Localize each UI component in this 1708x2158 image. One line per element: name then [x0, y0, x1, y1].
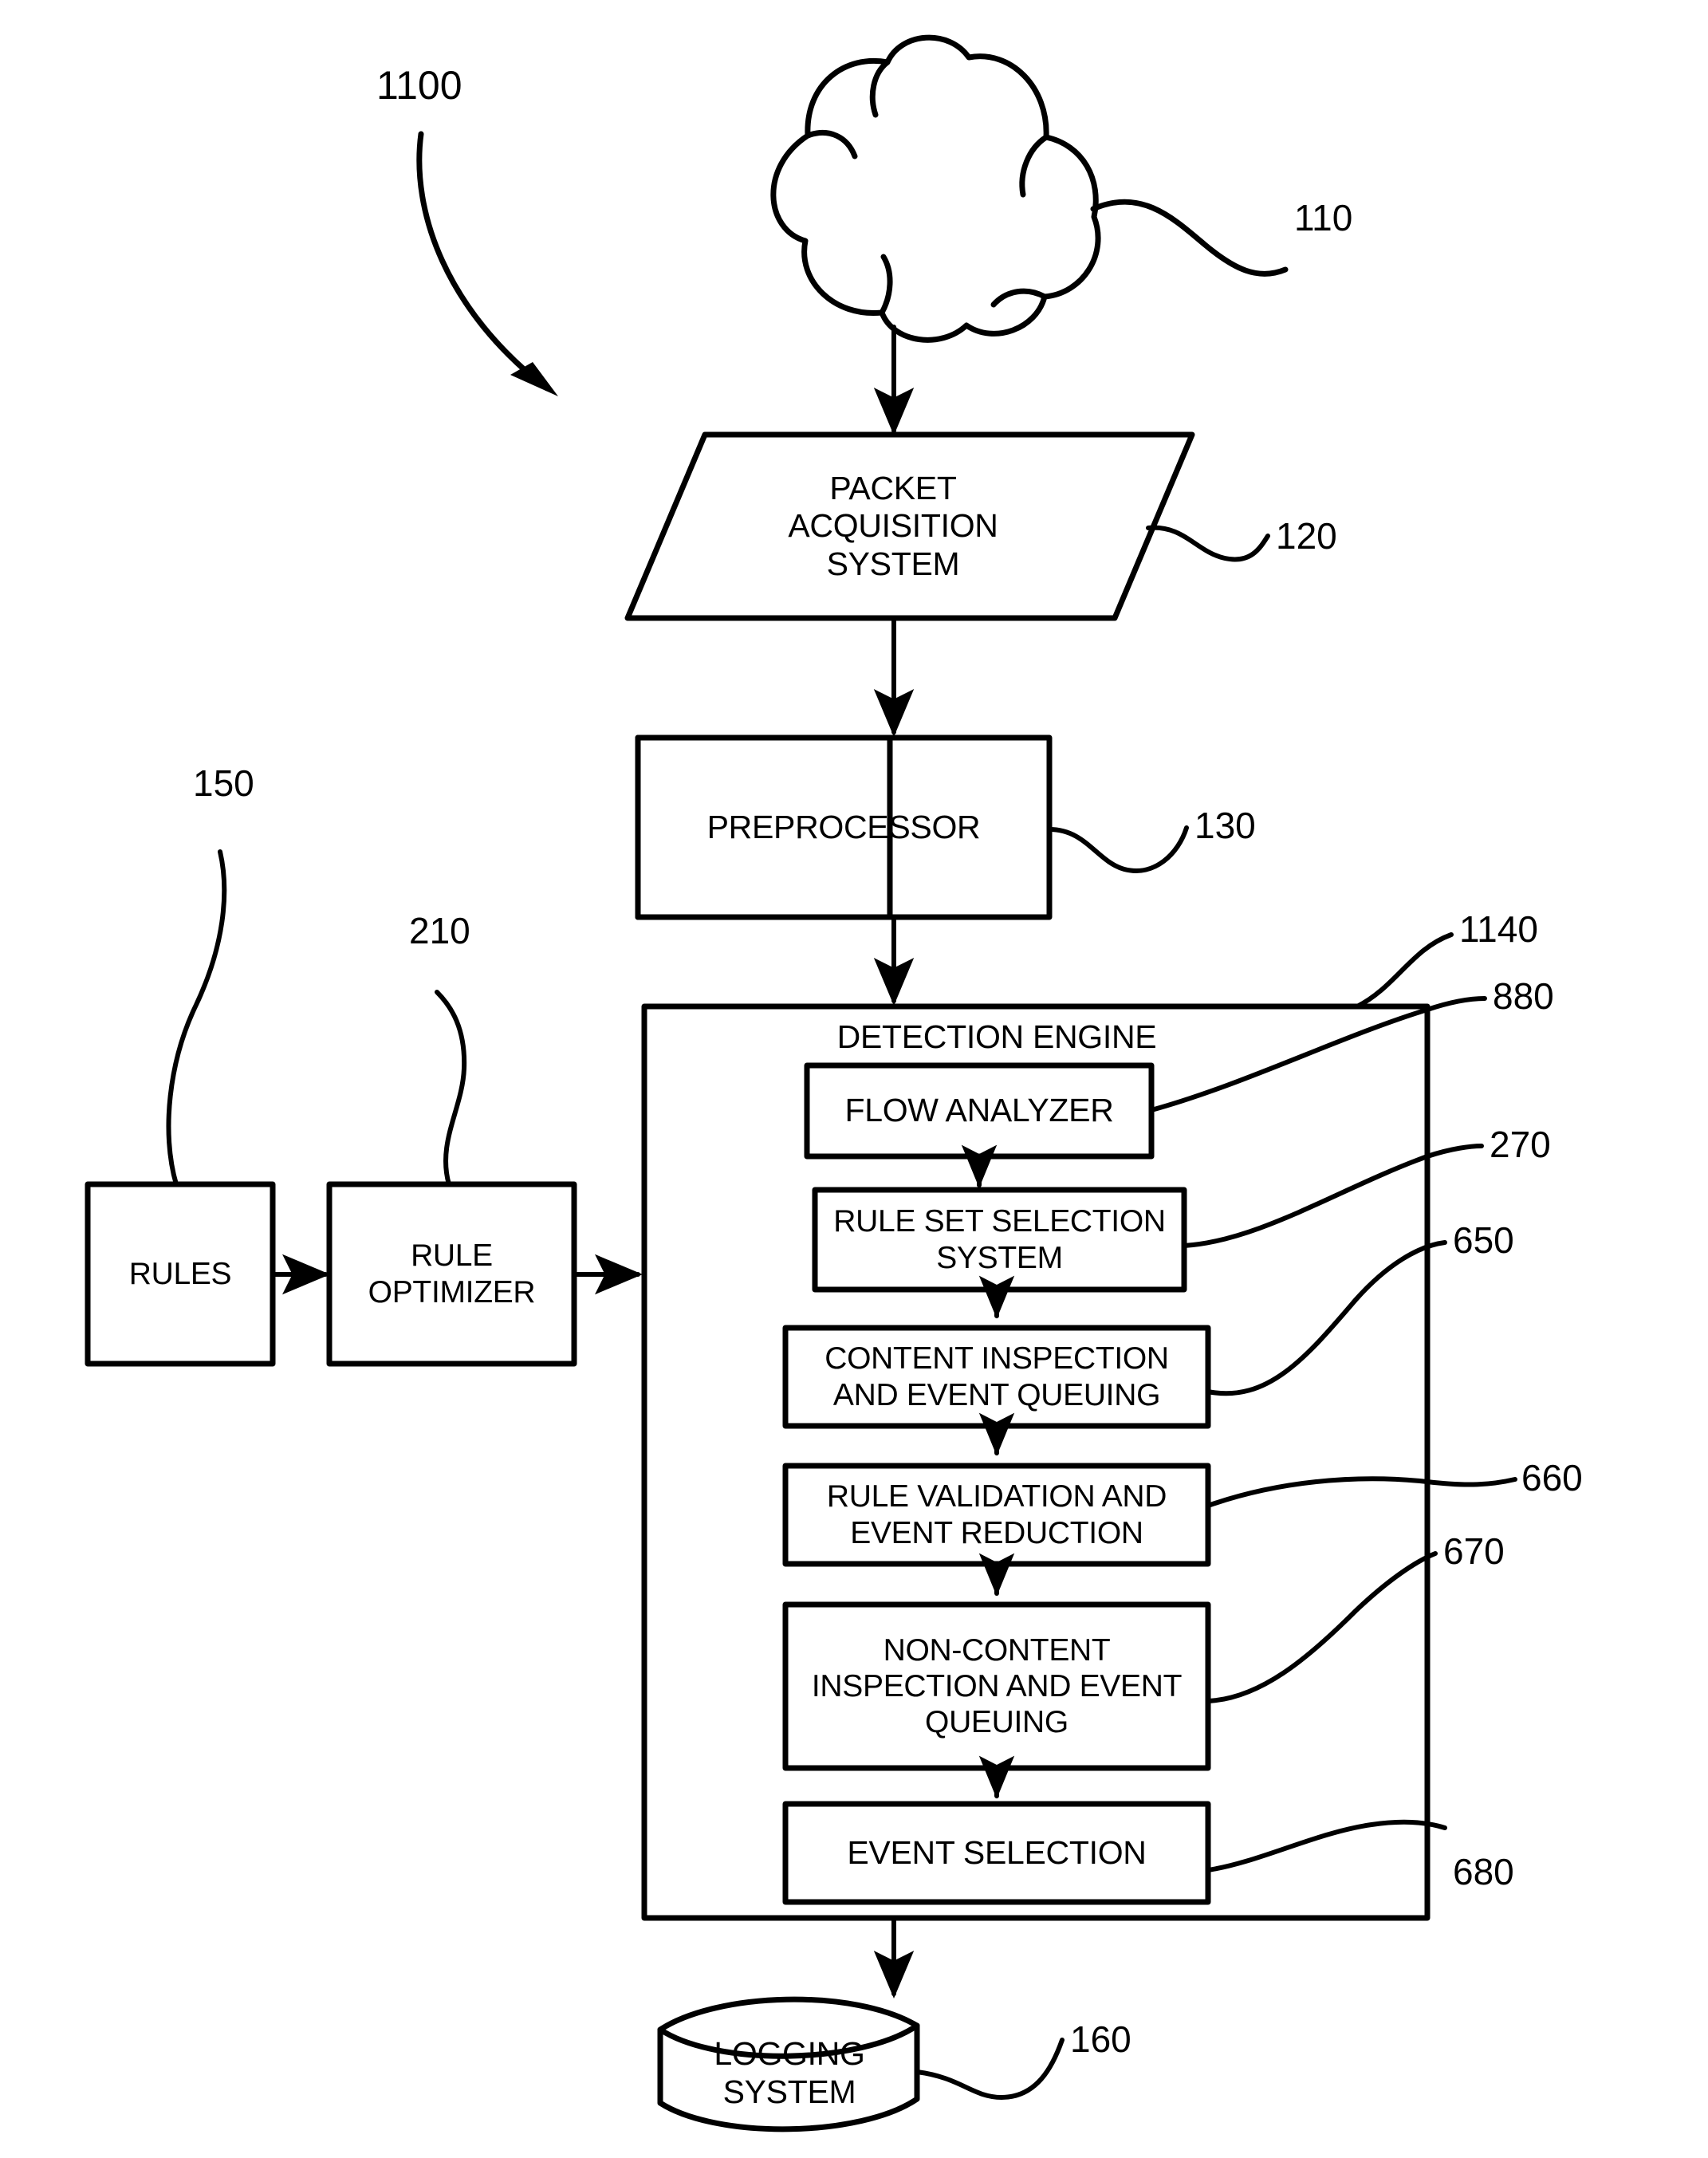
figure-pointer-arrow — [416, 131, 550, 392]
rule-set-selection-shape — [812, 1187, 1187, 1293]
preprocessor-shape — [635, 734, 893, 920]
event-selection-shape — [782, 1801, 1211, 1905]
patent-figure-1100: 1100 110 120 130 1140 880 270 650 660 67… — [0, 0, 1708, 2158]
ref-number-650: 650 — [1453, 1219, 1514, 1261]
ref-number-120: 120 — [1276, 515, 1337, 557]
lead-line-660 — [1206, 1476, 1517, 1508]
figure-number: 1100 — [376, 63, 462, 108]
lead-line-120 — [1146, 525, 1270, 562]
logging-system-shape — [657, 1996, 920, 2132]
packet-acquisition-shape — [624, 431, 1195, 621]
ref-number-660: 660 — [1521, 1457, 1583, 1498]
non-content-inspection-shape — [782, 1601, 1211, 1771]
lead-line-880 — [1149, 996, 1487, 1112]
lead-line-130 — [1047, 825, 1189, 873]
lead-line-210 — [435, 990, 467, 1187]
lead-line-110 — [1090, 199, 1289, 277]
ref-number-270: 270 — [1490, 1124, 1551, 1165]
ref-number-1140: 1140 — [1459, 908, 1538, 950]
network-cloud-shape — [770, 34, 1101, 343]
lead-line-650 — [1206, 1240, 1447, 1396]
ref-number-670: 670 — [1443, 1530, 1505, 1572]
preprocessor-shape-outline — [635, 734, 1053, 920]
lead-line-160 — [915, 2038, 1065, 2100]
ref-number-210: 210 — [409, 910, 470, 951]
rule-optimizer-shape — [326, 1181, 577, 1367]
ref-number-680: 680 — [1453, 1851, 1514, 1892]
lead-line-150 — [166, 849, 227, 1187]
diagram-canvas — [85, 34, 1517, 2132]
rule-validation-shape — [782, 1463, 1211, 1567]
ref-number-160: 160 — [1070, 2018, 1131, 2060]
detection-engine-shape — [641, 1003, 1431, 1921]
content-inspection-shape — [782, 1325, 1211, 1429]
lead-line-680 — [1206, 1819, 1447, 1872]
lead-line-670 — [1206, 1551, 1438, 1703]
lead-line-270 — [1182, 1144, 1484, 1248]
rules-shape — [85, 1181, 276, 1367]
ref-number-130: 130 — [1194, 805, 1256, 846]
flow-analyzer-shape — [804, 1062, 1155, 1160]
lead-line-1140 — [1355, 932, 1454, 1009]
ref-number-150: 150 — [193, 762, 254, 804]
ref-number-880: 880 — [1493, 975, 1554, 1017]
ref-number-110: 110 — [1294, 197, 1353, 238]
